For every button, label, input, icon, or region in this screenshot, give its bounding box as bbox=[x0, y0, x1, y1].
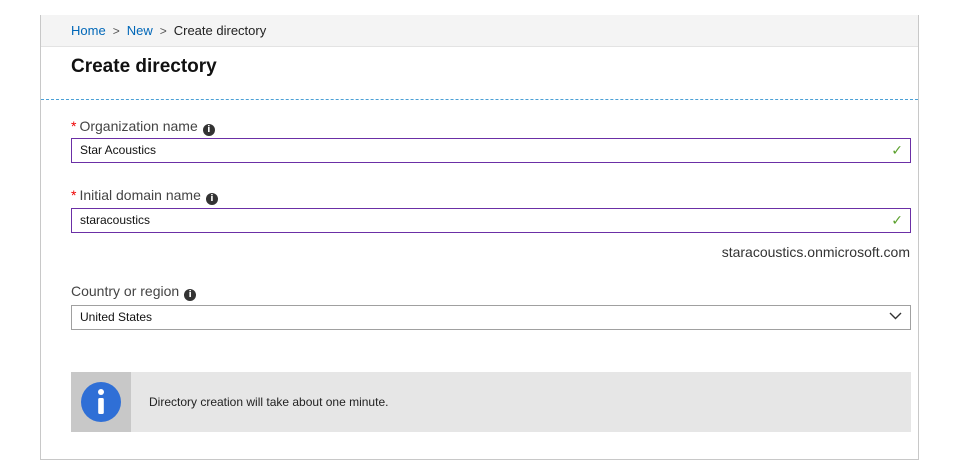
breadcrumb-home-link[interactable]: Home bbox=[71, 23, 106, 38]
header-divider bbox=[41, 99, 918, 100]
country-region-value: United States bbox=[80, 310, 153, 324]
breadcrumb: Home > New > Create directory bbox=[41, 15, 918, 47]
country-region-label-text: Country or region bbox=[71, 283, 180, 299]
breadcrumb-current: Create directory bbox=[173, 23, 267, 38]
breadcrumb-separator: > bbox=[112, 24, 120, 38]
domain-name-value: staracoustics bbox=[80, 213, 151, 227]
organization-name-value: Star Acoustics bbox=[80, 143, 157, 157]
info-notice: Directory creation will take about one m… bbox=[71, 372, 911, 432]
check-icon: ✓ bbox=[891, 212, 903, 228]
breadcrumb-new-link[interactable]: New bbox=[127, 23, 153, 38]
required-marker: * bbox=[71, 118, 77, 134]
chevron-down-icon[interactable] bbox=[889, 312, 902, 320]
info-icon[interactable]: i bbox=[205, 193, 218, 205]
breadcrumb-separator: > bbox=[159, 24, 167, 38]
info-notice-icon-area bbox=[71, 372, 131, 432]
domain-name-input[interactable]: staracoustics ✓ bbox=[71, 208, 911, 233]
required-marker: * bbox=[71, 187, 77, 203]
info-notice-text: Directory creation will take about one m… bbox=[149, 395, 389, 409]
organization-name-label: * Organization name i bbox=[71, 118, 215, 136]
info-circle-icon bbox=[81, 382, 121, 422]
info-icon[interactable]: i bbox=[202, 124, 215, 136]
domain-name-label: * Initial domain name i bbox=[71, 187, 218, 205]
info-icon[interactable]: i bbox=[184, 289, 197, 301]
check-icon: ✓ bbox=[891, 142, 903, 158]
organization-name-input[interactable]: Star Acoustics ✓ bbox=[71, 138, 911, 163]
page-title: Create directory bbox=[71, 56, 217, 77]
domain-name-label-text: Initial domain name bbox=[79, 187, 201, 203]
country-region-label: Country or region i bbox=[71, 283, 197, 301]
country-region-select[interactable]: United States bbox=[71, 305, 911, 330]
create-directory-blade: Home > New > Create directory Create directo… bbox=[40, 15, 919, 460]
domain-suffix-hint: staracoustics.onmicrosoft.com bbox=[721, 244, 910, 260]
organization-name-label-text: Organization name bbox=[79, 118, 198, 134]
